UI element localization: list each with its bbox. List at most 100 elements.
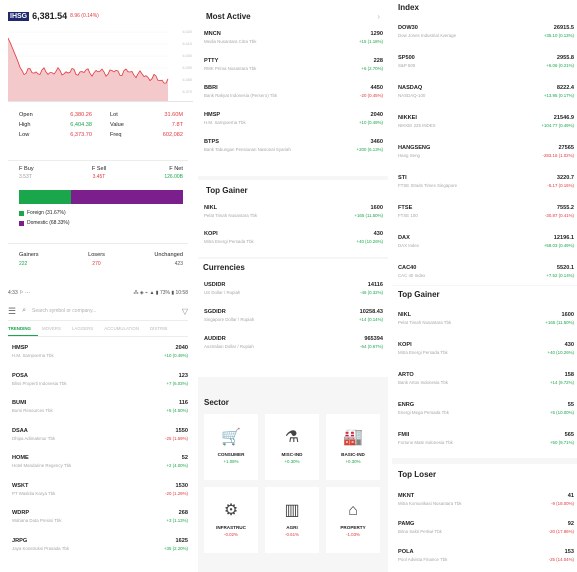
item-code: BUMI — [12, 400, 27, 406]
sector-tile-infrastruc[interactable]: ⚙ INFRASTRUC -0.02% — [204, 487, 258, 553]
list-item[interactable]: NIKL Pelat Timah Nusantara Tbk 1600 +165 (1… — [204, 205, 383, 231]
list-item[interactable]: AUDIDR Australian Dollar / Rupiah 965394 -6… — [204, 336, 383, 363]
item-info: BBRI Bank Rakyat Indonesia (Persero) Tbk — [204, 85, 277, 98]
list-item[interactable]: KOPI Mitra Energi Persada Tbk 430 +40 (10.2… — [398, 342, 574, 372]
item-price: 158 — [564, 372, 574, 378]
list-item[interactable]: POSA Bliss Properti Indonesia Tbk 123 +7 (6… — [12, 373, 188, 401]
top-gainer-right-card: Top Gainer NIKL Pelat Timah Nusantara Tbk… — [392, 286, 577, 458]
sector-tile-agri[interactable]: ▥ AGRI -0.61% — [265, 487, 319, 553]
list-item[interactable]: HMSP H.M. Sampoerna Tbk 2040 +10 (0.49%) — [204, 112, 383, 139]
list-item[interactable]: POLA Pool Advista Finance Tbk 153 -25 (14.0… — [398, 549, 574, 572]
filter-icon[interactable]: ▽ — [182, 307, 188, 316]
item-name: FTSE 100 — [398, 213, 418, 218]
item-name: Mitra Energi Persada Tbk — [398, 350, 448, 355]
list-item[interactable]: SGDIDR Singapore Dollar / Rupiah 10258.43 +… — [204, 309, 383, 336]
lab-icon: ⚗ — [284, 429, 300, 446]
most-active-title: Most Active — [206, 12, 251, 21]
list-item[interactable]: JRPG Jaya Konstruksi Prasada Tbk 1625 +35 (… — [12, 538, 188, 566]
item-name: Bumi Resources Tbk — [12, 408, 53, 413]
list-item[interactable]: ENRG Energi Mega Persada Tbk 55 +5 (10.00%) — [398, 402, 574, 432]
list-item[interactable]: STI FTSE Straits Times Singapore 3220.7 -5.… — [398, 175, 574, 205]
item-price: 1530 — [175, 482, 188, 489]
list-item[interactable]: BBRI Bank Rakyat Indonesia (Persero) Tbk 4… — [204, 85, 383, 112]
item-code: NASDAQ — [398, 85, 423, 91]
item-name: Bank Tabungan Pensiunan Nasional Syariah — [204, 147, 291, 152]
sector-tile-basic-ind[interactable]: 🏭 BASIC-IND +0.30% — [326, 414, 380, 480]
item-info: ENRG Energi Mega Persada Tbk — [398, 402, 449, 415]
list-item[interactable]: DOW30 Dow Jones Industrial Average 26915.5… — [398, 25, 574, 55]
item-change: +59.03 (0.49%) — [543, 243, 574, 248]
item-quote: 52 +2 (4.00%) — [166, 455, 188, 468]
market-overview-panel: Most Active › MNCN Media Nusantara Citra … — [198, 0, 388, 572]
item-info: STI FTSE Straits Times Singapore — [398, 175, 457, 188]
list-item[interactable]: PTTY RMK Prima Nusantara Tbk 228 +6 (2.70%) — [204, 58, 383, 85]
list-item[interactable]: HMSP H.M. Sampoerna Tbk 2040 +10 (0.49%) — [12, 345, 188, 373]
item-price: 1600 — [370, 205, 383, 211]
item-price: 565 — [564, 432, 574, 438]
list-item[interactable]: NIKL Pelat Timah Nusantara Tbk 1600 +165 (1… — [398, 312, 574, 342]
item-info: FTSE FTSE 100 — [398, 205, 418, 218]
tab-laggers[interactable]: LAGGERS — [72, 326, 93, 331]
sector-tile-misc-ind[interactable]: ⚗ MISC-IND +0.30% — [265, 414, 319, 480]
item-change: -64 (0.67%) — [360, 344, 383, 349]
item-info: DSAA Dhipa Adimakmur Tbk — [12, 428, 55, 441]
list-item[interactable]: SP500 S&P 500 2955.8 +6.06 (0.21%) — [398, 55, 574, 85]
list-item[interactable]: MNCN Media Nusantara Citra Tbk 1290 +15 (1.… — [204, 31, 383, 58]
currencies-title: Currencies — [203, 263, 245, 272]
item-price: 41 — [567, 493, 574, 499]
list-item[interactable]: MKNT Mitra Komunikasi Nusantara Tbk 41 -9 (… — [398, 493, 574, 521]
item-quote: 430 +40 (10.26%) — [357, 231, 383, 244]
item-info: DAX DAX Index — [398, 235, 419, 248]
search-input[interactable]: Search symbol or company... — [32, 308, 176, 314]
list-item[interactable]: FMII Fortune Mate Indonesia Tbk 565 +50 (9.… — [398, 432, 574, 462]
list-item[interactable]: DSAA Dhipa Adimakmur Tbk 1550 -25 (1.59%) — [12, 428, 188, 456]
list-item[interactable]: FTSE FTSE 100 7555.2 -30.87 (0.41%) — [398, 205, 574, 235]
sector-name: PROPERTY — [340, 525, 366, 530]
item-quote: 3220.7 -5.17 (0.16%) — [547, 175, 574, 188]
item-info: AUDIDR Australian Dollar / Rupiah — [204, 336, 254, 349]
sector-tile-consumer[interactable]: 🛒 CONSUMER +1.08% — [204, 414, 258, 480]
stat-label: Open — [19, 112, 33, 118]
sector-tile-property[interactable]: ⌂ PROPERTY -1.03% — [326, 487, 380, 553]
sector-name: INFRASTRUC — [216, 525, 246, 530]
tab-accumulation[interactable]: ACCUMULATION — [104, 326, 139, 331]
item-price: 228 — [373, 58, 383, 64]
axis-tick-label: 6,410 — [182, 42, 192, 46]
item-price: 1290 — [370, 31, 383, 37]
list-item[interactable]: NIKKEI NIKKEI 225 INDEX 21546.9 +104.77 (0.… — [398, 115, 574, 145]
sector-change: -0.61% — [285, 532, 299, 537]
item-change: -9 (18.00%) — [551, 501, 574, 506]
tab-trending[interactable]: TRENDING — [8, 326, 31, 331]
chevron-right-icon[interactable]: › — [377, 12, 380, 21]
list-item[interactable]: BTPS Bank Tabungan Pensiunan Nasional Sya… — [204, 139, 383, 166]
item-code: DSAA — [12, 427, 28, 434]
list-item[interactable]: HOME Hotel Mandarine Regency Tbk 52 +2 (4.0… — [12, 455, 188, 483]
tower-icon: ⚙ — [223, 502, 239, 519]
menu-icon[interactable]: ☰ — [8, 306, 16, 317]
item-change: -283.16 (1.02%) — [542, 153, 575, 158]
search-icon[interactable]: ⌕ — [22, 307, 26, 315]
item-quote: 41 -9 (18.00%) — [551, 493, 574, 506]
list-item[interactable]: WSKT PT Waskita Karya Tbk 1530 -20 (1.29%) — [12, 483, 188, 511]
item-info: FMII Fortune Mate Indonesia Tbk — [398, 432, 453, 445]
item-code: DAX — [398, 235, 410, 241]
tab-movers[interactable]: MOVERS — [42, 326, 61, 331]
list-item[interactable]: HANGSENG Hang Seng 27565 -283.16 (1.02%) — [398, 145, 574, 175]
flow-bar — [19, 190, 183, 204]
item-info: NASDAQ NASDAQ-100 — [398, 85, 425, 98]
list-item[interactable]: USDIDR US Dollar / Rupiah 14116 -46 (0.32%) — [204, 282, 383, 309]
item-change: +7 (6.03%) — [166, 380, 188, 386]
list-item[interactable]: BUMI Bumi Resources Tbk 116 +5 (4.50%) — [12, 400, 188, 428]
list-item[interactable]: WDRP Wahana Duta Presisi Tbk 268 +3 (1.13%) — [12, 510, 188, 538]
stat-value-2: 7.8T — [171, 122, 183, 128]
trending-list: HMSP H.M. Sampoerna Tbk 2040 +10 (0.49%) POS… — [12, 345, 188, 565]
tab-distrib[interactable]: DISTRIB — [150, 326, 167, 331]
ihsg-change: 8.96 (0.14%) — [70, 13, 99, 19]
list-item[interactable]: DAX DAX Index 12196.1 +59.03 (0.49%) — [398, 235, 574, 265]
item-code: HMSP — [12, 345, 29, 351]
list-item[interactable]: PAMG Bima Sakti Pertiwi Tbk 92 -20 (17.86%) — [398, 521, 574, 549]
list-item[interactable]: KOPI Mitra Energi Persada Tbk 430 +40 (10.2… — [204, 231, 383, 257]
list-item[interactable]: ARTO Bank Artos Indonesia Tbk 158 +14 (9.72… — [398, 372, 574, 402]
list-item[interactable]: NASDAQ NASDAQ-100 8222.4 +13.95 (0.17%) — [398, 85, 574, 115]
stat-value: 6,373.70 — [70, 132, 92, 138]
